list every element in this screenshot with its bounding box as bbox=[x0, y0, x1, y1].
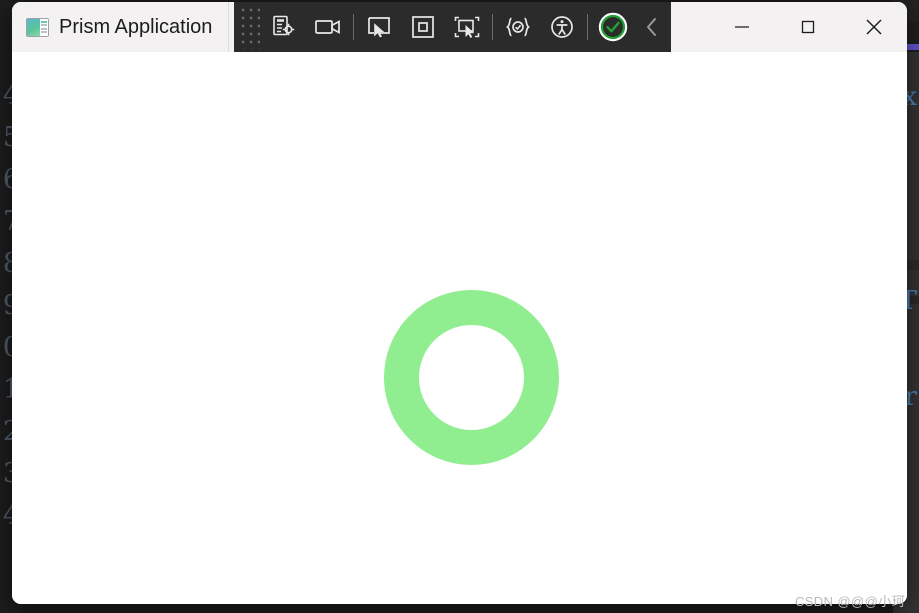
xaml-dev-toolbar[interactable] bbox=[234, 2, 671, 52]
toolbar-separator bbox=[492, 14, 493, 40]
collapse-toolbar-button[interactable] bbox=[635, 5, 669, 49]
application-window: Prism Application bbox=[12, 2, 907, 604]
record-video-button[interactable] bbox=[306, 5, 350, 49]
close-button[interactable] bbox=[841, 2, 907, 52]
toolbar-drag-grip[interactable] bbox=[238, 5, 260, 49]
title-bar[interactable]: Prism Application bbox=[12, 2, 907, 52]
select-element-button[interactable] bbox=[357, 5, 401, 49]
maximize-button[interactable] bbox=[775, 2, 841, 52]
display-layout-adorner-button[interactable] bbox=[401, 5, 445, 49]
inspect-live-visual-tree-button[interactable] bbox=[262, 5, 306, 49]
window-client-area bbox=[12, 52, 907, 604]
track-focused-element-button[interactable] bbox=[445, 5, 489, 49]
toolbar-separator bbox=[353, 14, 354, 40]
xaml-hot-reload-button[interactable] bbox=[496, 5, 540, 49]
watermark: CSDN @@@小珂 bbox=[794, 594, 905, 609]
progress-ring bbox=[384, 290, 559, 465]
prism-app-icon bbox=[26, 17, 49, 37]
window-controls bbox=[709, 2, 907, 52]
window-title: Prism Application bbox=[59, 15, 213, 38]
window-tab[interactable]: Prism Application bbox=[12, 2, 230, 52]
toolbar-separator bbox=[587, 14, 588, 40]
minimize-button[interactable] bbox=[709, 2, 775, 52]
accessibility-checker-button[interactable] bbox=[540, 5, 584, 49]
live-visual-state-ok-button[interactable] bbox=[591, 5, 635, 49]
